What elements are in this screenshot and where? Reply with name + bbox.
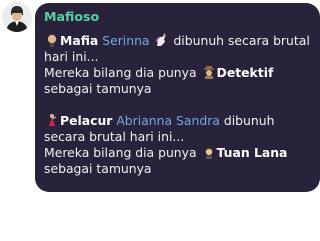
guest-role-detective: Detektif	[216, 65, 274, 80]
victim-name[interactable]: Serinna	[102, 33, 149, 48]
kill-report-mafia: Mafia Serinna dibunuh secara brutal hari…	[44, 33, 312, 97]
guest-prefix-text: Mereka bilang dia punya	[44, 65, 197, 80]
victim-name[interactable]: Abrianna Sandra	[116, 113, 220, 128]
mafioso-avatar[interactable]	[2, 2, 32, 32]
detective-icon	[202, 65, 216, 79]
sender-name[interactable]: Mafioso	[44, 9, 312, 26]
dancer-icon	[45, 113, 59, 127]
mafia-icon	[45, 33, 59, 47]
killer-role-harlot: Pelacur	[60, 113, 113, 128]
guest-prefix-text: Mereka bilang dia punya	[44, 145, 197, 160]
host-icon	[202, 145, 216, 159]
kill-report-harlot: Pelacur Abrianna Sandra dibunuh secara b…	[44, 113, 312, 177]
guest-role-host: Tuan Lana	[216, 145, 288, 160]
chat-message-bubble: Mafioso Mafia Serinna dibunuh secara bru…	[35, 3, 320, 192]
killer-role-mafia: Mafia	[60, 33, 99, 48]
unicorn-icon	[154, 33, 168, 47]
guest-suffix-text: sebagai tamunya	[44, 81, 152, 96]
guest-suffix-text: sebagai tamunya	[44, 161, 152, 176]
